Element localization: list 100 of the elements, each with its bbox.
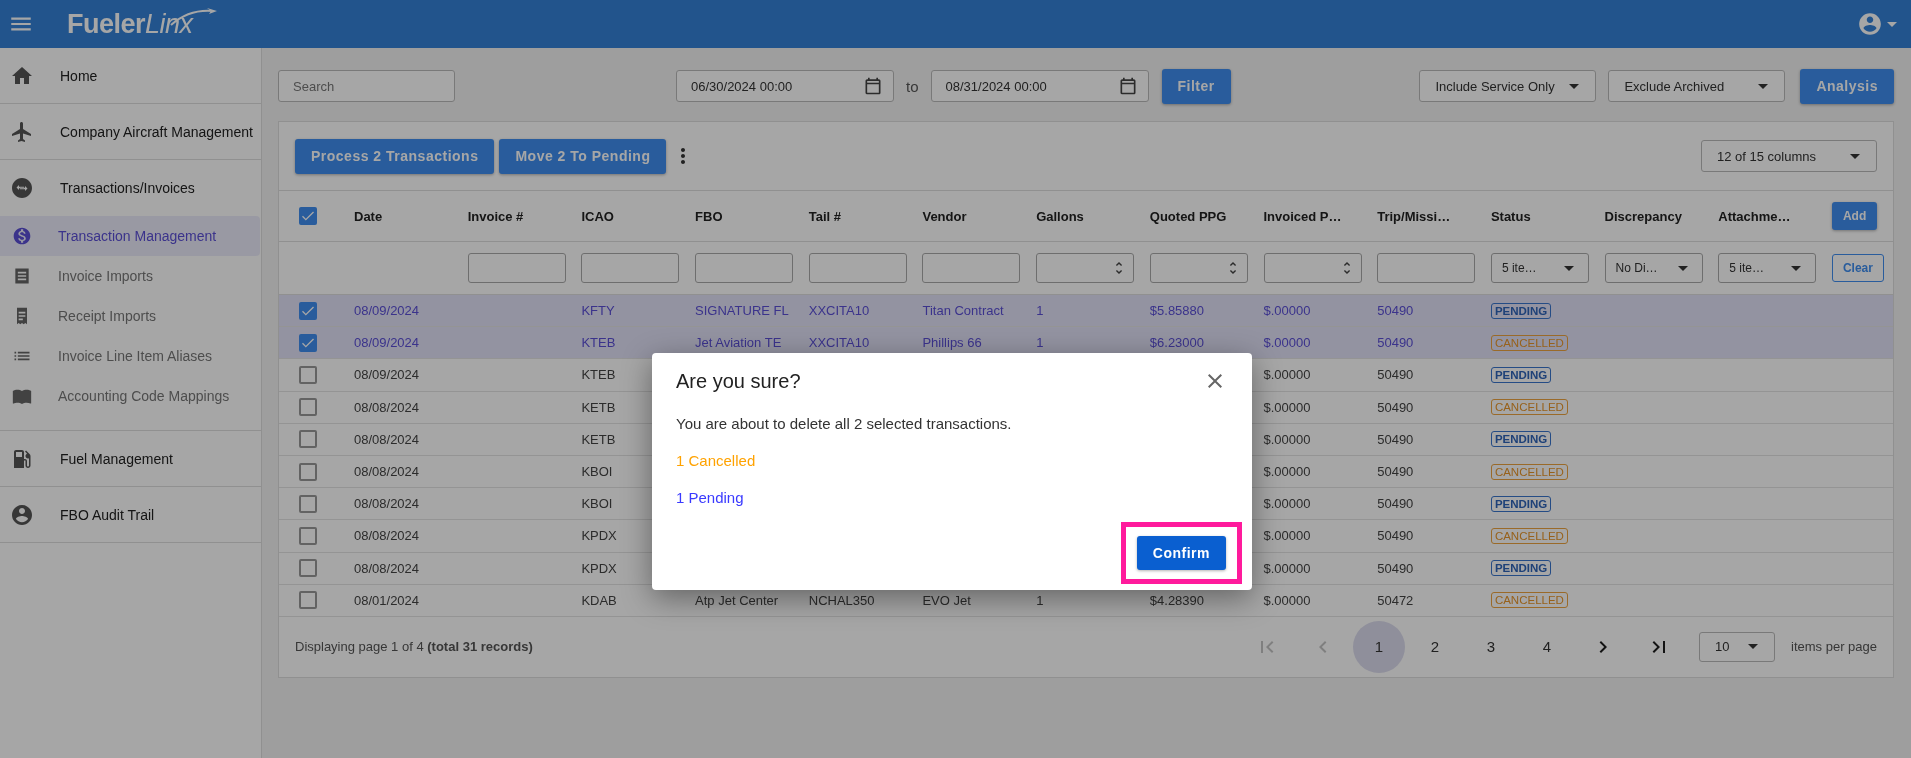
table-cell: 50490	[1377, 496, 1414, 512]
table-row[interactable]: 08/09/2024 KFTY SIGNATURE FL XXCITA10 Titan Contract 1 $5.85880 $.00000 50490 PENDING	[279, 295, 1893, 328]
table-cell: KETB	[581, 399, 616, 415]
column-header[interactable]: Invoice #	[467, 208, 524, 224]
column-header[interactable]: ICAO	[581, 208, 614, 224]
sidebar-subitem[interactable]: Receipt Imports	[0, 296, 260, 336]
table-cell: $.00000	[1263, 431, 1311, 447]
column-header[interactable]: Gallons	[1036, 208, 1084, 224]
filter-field[interactable]	[467, 253, 566, 283]
table-cell: 50490	[1377, 367, 1414, 383]
filter-field[interactable]	[922, 253, 1021, 283]
table-cell: 08/08/2024	[354, 496, 420, 512]
sidebar-item[interactable]: FBO Audit Trail	[0, 487, 261, 543]
table-cell: KBOI	[581, 464, 613, 480]
row-checkbox[interactable]	[299, 398, 317, 417]
table-cell: KTEB	[581, 367, 616, 383]
row-checkbox[interactable]	[299, 591, 317, 610]
table-cell: Jet Aviation TE	[695, 335, 782, 351]
page-size-dropdown[interactable]: 10	[1699, 631, 1775, 662]
status-badge: PENDING	[1490, 560, 1552, 577]
table-cell: $4.28390	[1149, 592, 1205, 608]
table-cell: 50490	[1377, 528, 1414, 544]
table-cell: KDAB	[581, 592, 617, 608]
dropdown[interactable]: Exclude Archived	[1608, 70, 1786, 102]
column-header[interactable]: Quoted PPG	[1149, 208, 1227, 224]
column-header[interactable]: Tail #	[808, 208, 842, 224]
status-badge: CANCELLED	[1490, 527, 1568, 544]
column-header[interactable]: Trip/Missi…	[1377, 208, 1451, 224]
table-cell: $.00000	[1263, 399, 1311, 415]
sidebar-item[interactable]: Fuel Management	[0, 431, 261, 487]
table-cell: KPDX	[581, 528, 617, 544]
row-checkbox[interactable]	[299, 526, 317, 545]
caret-icon	[1791, 265, 1802, 271]
row-checkbox[interactable]	[299, 430, 317, 449]
column-header[interactable]: Vendor	[922, 208, 967, 224]
calendar-icon	[863, 76, 883, 96]
number-filter-field[interactable]	[1149, 253, 1248, 283]
page-button[interactable]: 3	[1465, 620, 1517, 673]
dropdown[interactable]: Include Service Only	[1419, 70, 1597, 102]
table-cell: XXCITA10	[808, 303, 870, 319]
table-cell: $6.23000	[1149, 335, 1205, 351]
column-header[interactable]: Status	[1490, 208, 1531, 224]
row-checkbox[interactable]	[299, 559, 317, 578]
dialog-message: You are about to delete all 2 selected transactions.	[676, 415, 1013, 432]
table-cell: 50472	[1377, 592, 1414, 608]
caret-icon	[1569, 83, 1580, 89]
columns-dropdown[interactable]: 12 of 15 columns	[1701, 140, 1877, 172]
number-filter-field[interactable]	[1263, 253, 1362, 283]
page-button[interactable]: 4	[1521, 620, 1573, 673]
date-field[interactable]: 08/31/2024 00:00	[930, 70, 1149, 102]
more-options-button[interactable]	[681, 148, 686, 164]
caret-icon	[1887, 21, 1897, 27]
row-checkbox[interactable]	[299, 494, 317, 513]
status-badge: PENDING	[1490, 495, 1552, 512]
table-cell: $.00000	[1263, 367, 1311, 383]
filter-field[interactable]	[1377, 253, 1476, 283]
sidebar-subitem[interactable]: Accounting Code Mappings	[0, 376, 260, 416]
filter-dropdown[interactable]: 5 ite…	[1490, 253, 1589, 283]
table-cell: 50490	[1377, 560, 1414, 576]
filter-field[interactable]	[695, 253, 794, 283]
page-button[interactable]: 1	[1353, 620, 1405, 673]
filter-dropdown[interactable]: 5 ite…	[1718, 253, 1817, 283]
column-header[interactable]: Invoiced P…	[1263, 208, 1342, 224]
number-filter-field[interactable]	[1036, 253, 1135, 283]
row-checkbox[interactable]	[299, 301, 317, 320]
row-checkbox[interactable]	[299, 333, 317, 352]
filter-dropdown[interactable]: No Di…	[1604, 253, 1703, 283]
sidebar-subitem[interactable]: Transaction Management	[0, 216, 260, 256]
table-row[interactable]: 08/09/2024 KTEB Jet Aviation TE XXCITA10 Phillips 66 1 $6.23000 $.00000 50490 CANCELLED	[279, 327, 1893, 360]
sidebar-subitem[interactable]: Invoice Imports	[0, 256, 260, 296]
table-cell: 08/01/2024	[354, 592, 420, 608]
search-field[interactable]: Search	[278, 70, 455, 102]
table-cell: $.00000	[1263, 464, 1311, 480]
table-cell: 08/08/2024	[354, 560, 420, 576]
page-button[interactable]: 2	[1409, 620, 1461, 673]
column-header[interactable]: Discrepancy	[1604, 208, 1682, 224]
confirm-button[interactable]: Confirm	[1136, 536, 1226, 570]
dialog-title: Are you sure?	[676, 369, 801, 393]
row-checkbox[interactable]	[299, 365, 317, 384]
sidebar-item[interactable]: Company Aircraft Management	[0, 104, 261, 160]
column-header[interactable]: FBO	[695, 208, 723, 224]
select-all-checkbox[interactable]	[299, 207, 317, 225]
pagination-summary: Displaying page 1 of 4 (total 31 records)	[295, 639, 533, 655]
sidebar-item[interactable]: Home	[0, 48, 261, 104]
table-cell: KTEB	[581, 335, 616, 351]
user-menu-button[interactable]	[1857, 11, 1897, 37]
table-cell: Titan Contract	[922, 303, 1004, 319]
filter-field[interactable]	[808, 253, 907, 283]
checkmark-icon	[302, 337, 314, 348]
sidebar-item[interactable]: Transactions/Invoices	[0, 160, 261, 216]
table-cell: 1	[1036, 592, 1044, 608]
status-badge: PENDING	[1490, 302, 1552, 319]
filter-field[interactable]	[581, 253, 680, 283]
status-badge: CANCELLED	[1490, 592, 1568, 609]
column-header[interactable]: Attachme…	[1718, 208, 1791, 224]
row-checkbox[interactable]	[299, 462, 317, 481]
table-cell: 08/09/2024	[354, 303, 420, 319]
sidebar-subitem[interactable]: Invoice Line Item Aliases	[0, 336, 260, 376]
column-header[interactable]: Date	[354, 208, 383, 224]
date-field[interactable]: 06/30/2024 00:00	[676, 70, 894, 102]
